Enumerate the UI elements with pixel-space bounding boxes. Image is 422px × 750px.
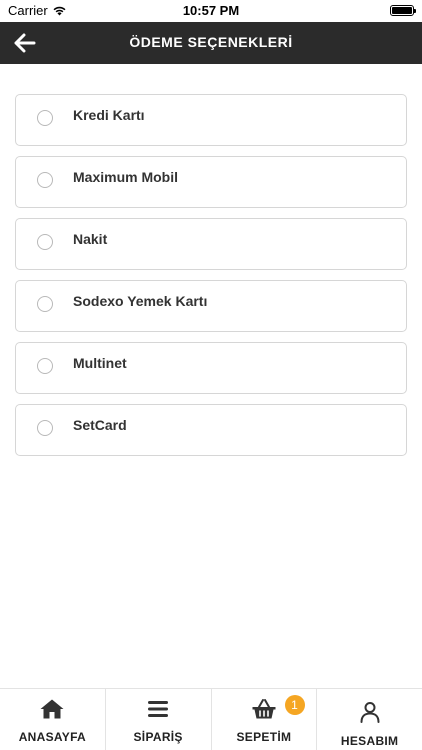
cart-count-badge: 1	[284, 695, 305, 715]
payment-option-label: Sodexo Yemek Kartı	[73, 293, 208, 309]
radio-button[interactable]	[37, 234, 53, 250]
menu-list-icon	[147, 697, 169, 721]
bottom-tab-bar: ANASAYFA SİPARİŞ SEPETİM 1 HESABIM	[0, 688, 422, 750]
battery-icon	[390, 5, 416, 16]
payment-options-list: Kredi Kartı Maximum Mobil Nakit Sodexo Y…	[15, 94, 407, 466]
tab-label: HESABIM	[340, 734, 399, 748]
app-header: ÖDEME SEÇENEKLERİ	[0, 22, 422, 64]
clock: 10:57 PM	[182, 3, 240, 18]
payment-option-kredi-karti[interactable]: Kredi Kartı	[15, 94, 407, 146]
tab-label: SİPARİŞ	[133, 730, 183, 744]
radio-button[interactable]	[37, 110, 53, 126]
radio-button[interactable]	[37, 358, 53, 374]
payment-option-nakit[interactable]: Nakit	[15, 218, 407, 270]
battery-level	[392, 7, 412, 14]
home-icon	[39, 697, 65, 721]
tab-cart[interactable]: SEPETİM 1	[212, 689, 318, 750]
radio-button[interactable]	[37, 420, 53, 436]
tab-home[interactable]: ANASAYFA	[0, 689, 106, 750]
payment-option-sodexo[interactable]: Sodexo Yemek Kartı	[15, 280, 407, 332]
payment-option-label: Multinet	[73, 355, 127, 371]
tab-label: SEPETİM	[236, 730, 292, 744]
tab-orders[interactable]: SİPARİŞ	[106, 689, 212, 750]
payment-option-label: SetCard	[73, 417, 127, 433]
user-icon	[359, 700, 381, 724]
basket-icon	[251, 697, 277, 721]
payment-option-label: Maximum Mobil	[73, 169, 179, 185]
payment-option-multinet[interactable]: Multinet	[15, 342, 407, 394]
status-bar: Carrier 10:57 PM	[0, 0, 422, 22]
page-title: ÖDEME SEÇENEKLERİ	[129, 34, 293, 50]
tab-label: ANASAYFA	[18, 730, 87, 744]
tab-account[interactable]: HESABIM	[317, 689, 422, 750]
radio-button[interactable]	[37, 172, 53, 188]
payment-option-maximum-mobil[interactable]: Maximum Mobil	[15, 156, 407, 208]
radio-button[interactable]	[37, 296, 53, 312]
payment-option-label: Kredi Kartı	[73, 107, 145, 123]
payment-option-setcard[interactable]: SetCard	[15, 404, 407, 456]
payment-option-label: Nakit	[73, 231, 108, 247]
